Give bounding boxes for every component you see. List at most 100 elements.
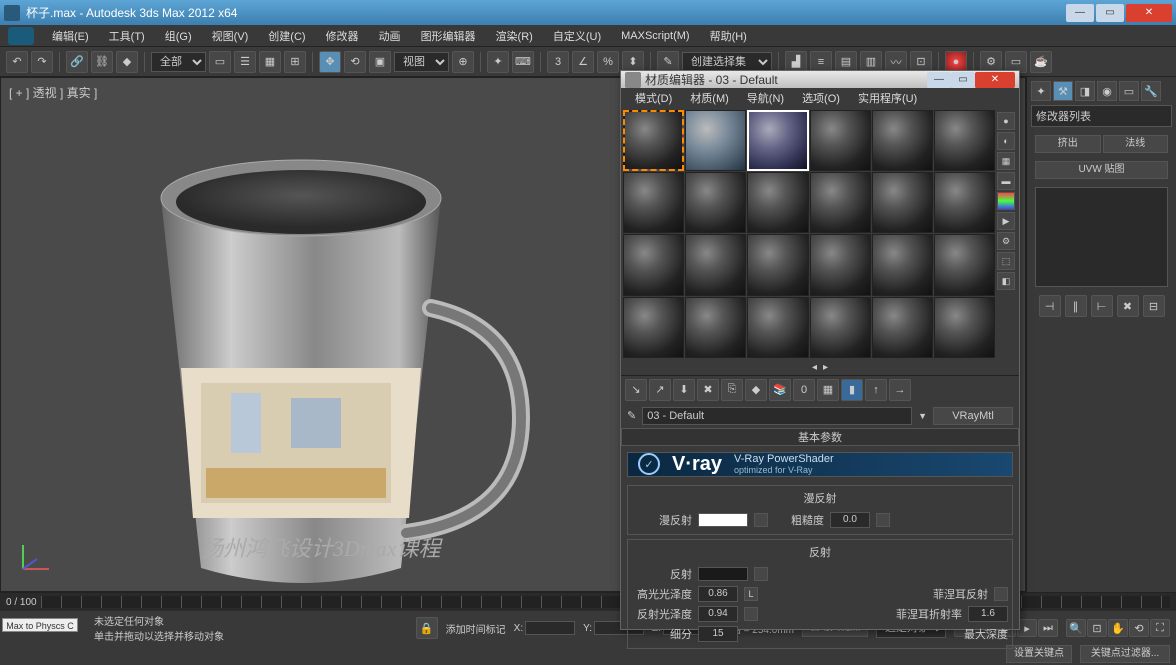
- material-slot[interactable]: [747, 172, 808, 233]
- material-slot[interactable]: [934, 234, 995, 295]
- reset-map-button[interactable]: ✖: [697, 379, 719, 401]
- me-menu-navigation[interactable]: 导航(N): [739, 88, 792, 108]
- zoom-all-button[interactable]: ⊡: [1087, 619, 1107, 637]
- viewport-label[interactable]: [ + ] 透视 ] 真实 ]: [9, 84, 97, 101]
- refl-gloss-spinner[interactable]: 0.94: [698, 606, 738, 622]
- hilight-lock-button[interactable]: L: [744, 587, 758, 601]
- named-selection-set[interactable]: 创建选择集: [682, 52, 772, 72]
- scale-button[interactable]: ▣: [369, 51, 391, 73]
- zoom-button[interactable]: 🔍: [1066, 619, 1086, 637]
- btn-normal[interactable]: 法线: [1103, 135, 1169, 153]
- material-slot[interactable]: [685, 172, 746, 233]
- window-crossing-button[interactable]: ⊞: [284, 51, 306, 73]
- mat-id-button[interactable]: 0: [793, 379, 815, 401]
- show-map-button[interactable]: ▦: [817, 379, 839, 401]
- stack-show-button[interactable]: ∥: [1065, 295, 1087, 317]
- material-slot[interactable]: [623, 110, 684, 171]
- menu-grapheditors[interactable]: 图形编辑器: [413, 26, 484, 46]
- minimize-button[interactable]: —: [1066, 4, 1094, 22]
- material-slot[interactable]: [872, 172, 933, 233]
- tab-create[interactable]: ✦: [1031, 81, 1051, 101]
- select-name-button[interactable]: ☰: [234, 51, 256, 73]
- tab-hierarchy[interactable]: ◨: [1075, 81, 1095, 101]
- me-close-button[interactable]: ✕: [975, 72, 1015, 88]
- max-viewport-button[interactable]: ⛶: [1150, 619, 1170, 637]
- keyfilter-button[interactable]: 关键点过滤器...: [1080, 645, 1170, 663]
- orbit-button[interactable]: ⟲: [1129, 619, 1149, 637]
- stack-unique-button[interactable]: ⊢: [1091, 295, 1113, 317]
- material-slot[interactable]: [685, 297, 746, 358]
- menu-views[interactable]: 视图(V): [204, 26, 257, 46]
- lock-selection-button[interactable]: 🔒: [416, 617, 438, 639]
- maximize-button[interactable]: ▭: [1096, 4, 1124, 22]
- btn-uvw-map[interactable]: UVW 贴图: [1035, 161, 1168, 179]
- material-slot[interactable]: [685, 110, 746, 171]
- move-button[interactable]: ✥: [319, 51, 341, 73]
- me-menu-material[interactable]: 材质(M): [682, 88, 737, 108]
- material-slot[interactable]: [934, 297, 995, 358]
- next-frame-button[interactable]: ▸: [1017, 619, 1037, 637]
- roughness-spinner[interactable]: 0.0: [830, 512, 870, 528]
- reflect-map-button[interactable]: [754, 567, 768, 581]
- undo-button[interactable]: ↶: [6, 51, 28, 73]
- make-preview-button[interactable]: ▶: [997, 212, 1015, 230]
- menu-modifiers[interactable]: 修改器: [318, 26, 367, 46]
- roughness-map-button[interactable]: [876, 513, 890, 527]
- make-unique-button[interactable]: ◆: [745, 379, 767, 401]
- nav-right-icon[interactable]: ▸: [823, 362, 828, 373]
- stack-remove-button[interactable]: ✖: [1117, 295, 1139, 317]
- sample-type-button[interactable]: ●: [997, 112, 1015, 130]
- options-button[interactable]: ⚙: [997, 232, 1015, 250]
- subdiv-spinner[interactable]: 15: [698, 626, 738, 642]
- app-menu-icon[interactable]: [8, 27, 34, 45]
- video-check-button[interactable]: [997, 192, 1015, 210]
- snap-button[interactable]: 3: [547, 51, 569, 73]
- ref-coord-system[interactable]: 视图: [394, 52, 449, 72]
- render-button[interactable]: ☕: [1030, 51, 1052, 73]
- tab-motion[interactable]: ◉: [1097, 81, 1117, 101]
- go-parent-button[interactable]: ↑: [865, 379, 887, 401]
- material-slot[interactable]: [685, 234, 746, 295]
- percent-snap-button[interactable]: %: [597, 51, 619, 73]
- menu-animation[interactable]: 动画: [371, 26, 409, 46]
- fresnel-ior-spinner[interactable]: 1.6: [968, 606, 1008, 622]
- bind-button[interactable]: ◆: [116, 51, 138, 73]
- menu-edit[interactable]: 编辑(E): [44, 26, 97, 46]
- reflect-color-swatch[interactable]: [698, 567, 748, 581]
- rotate-button[interactable]: ⟲: [344, 51, 366, 73]
- make-copy-button[interactable]: ⎘: [721, 379, 743, 401]
- menu-tools[interactable]: 工具(T): [101, 26, 153, 46]
- angle-snap-button[interactable]: ∠: [572, 51, 594, 73]
- material-slot-selected[interactable]: [747, 110, 808, 171]
- tab-modify[interactable]: ⚒: [1053, 81, 1073, 101]
- material-slot[interactable]: [810, 110, 871, 171]
- select-rect-button[interactable]: ▦: [259, 51, 281, 73]
- pivot-button[interactable]: ⊕: [452, 51, 474, 73]
- physx-button[interactable]: Max to Physcs C: [2, 618, 78, 632]
- mat-map-nav-button[interactable]: ◧: [997, 272, 1015, 290]
- select-button[interactable]: ▭: [209, 51, 231, 73]
- link-button[interactable]: 🔗: [66, 51, 88, 73]
- put-to-lib-button[interactable]: 📚: [769, 379, 791, 401]
- manipulate-button[interactable]: ✦: [487, 51, 509, 73]
- go-forward-button[interactable]: →: [889, 379, 911, 401]
- close-button[interactable]: ✕: [1126, 4, 1172, 22]
- menu-group[interactable]: 组(G): [157, 26, 200, 46]
- me-minimize-button[interactable]: —: [927, 72, 951, 88]
- goto-end-button[interactable]: ⏭: [1038, 619, 1058, 637]
- refl-gloss-map-button[interactable]: [744, 607, 758, 621]
- material-name-input[interactable]: [642, 407, 912, 425]
- pan-button[interactable]: ✋: [1108, 619, 1128, 637]
- material-slot[interactable]: [810, 172, 871, 233]
- get-material-button[interactable]: ↘: [625, 379, 647, 401]
- sample-uv-button[interactable]: ▬: [997, 172, 1015, 190]
- material-slot[interactable]: [747, 234, 808, 295]
- setkey-button[interactable]: 设置关键点: [1006, 645, 1072, 663]
- menu-maxscript[interactable]: MAXScript(M): [613, 28, 697, 44]
- put-to-scene-button[interactable]: ↗: [649, 379, 671, 401]
- keyboard-shortcut-button[interactable]: ⌨: [512, 51, 534, 73]
- menu-create[interactable]: 创建(C): [260, 26, 313, 46]
- modifier-list-label[interactable]: 修改器列表: [1032, 106, 1171, 126]
- redo-button[interactable]: ↷: [31, 51, 53, 73]
- diffuse-color-swatch[interactable]: [698, 513, 748, 527]
